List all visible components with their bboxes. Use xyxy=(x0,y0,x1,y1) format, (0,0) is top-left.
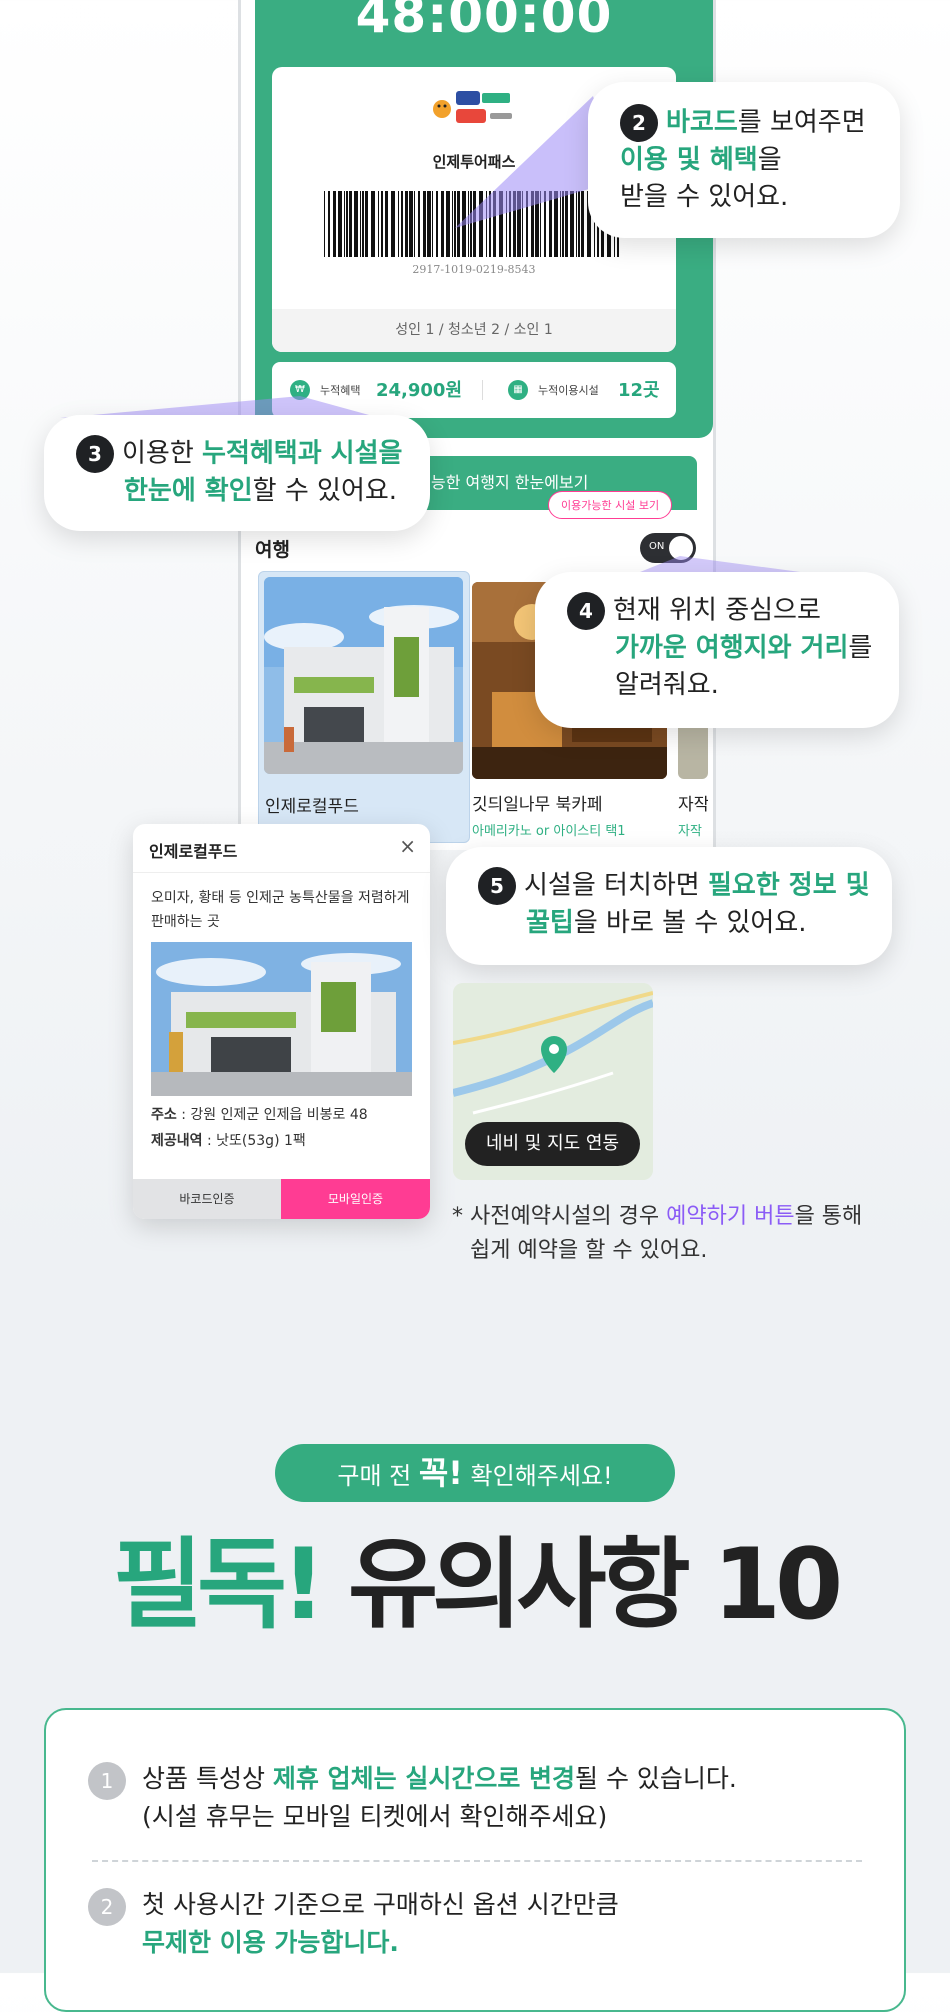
callout-5-highlight-2: 꿀팁 xyxy=(526,908,574,938)
callout-2-highlight-2: 이용 및 혜택 xyxy=(620,145,758,175)
provide-label: 제공내역 xyxy=(151,1133,203,1149)
callout-4-text-2: 를 xyxy=(848,633,873,663)
callout-nearby: 4 현재 위치 중심으로 가까운 여행지와 거리를 알려줘요. xyxy=(535,572,899,728)
pill-text-1: 구매 전 xyxy=(337,1462,419,1490)
address-label: 주소 xyxy=(151,1107,177,1123)
notice-item-2: 첫 사용시간 기준으로 구매하신 옵션 시간만큼 무제한 이용 가능합니다. xyxy=(142,1886,882,1962)
popup-divider xyxy=(133,872,430,873)
notice-divider xyxy=(92,1860,862,1862)
popup-title: 인제로컬푸드 xyxy=(149,842,238,861)
notice-2-highlight: 무제한 이용 가능합니다. xyxy=(142,1928,399,1957)
callout-number-4: 4 xyxy=(567,592,605,630)
callout-4-text-3: 알려줘요. xyxy=(615,670,719,700)
callout-4-text-1: 현재 위치 중심으로 xyxy=(613,595,821,626)
note-highlight: 예약하기 버튼 xyxy=(666,1204,795,1229)
barcode-verify-button[interactable]: 바코드인증 xyxy=(133,1179,281,1219)
callout-5-text-2: 을 바로 볼 수 있어요. xyxy=(573,908,807,938)
place-detail-popup: 인제로컬푸드 × 오미자, 황태 등 인제군 농특산물을 저렴하게 판매하는 곳… xyxy=(133,824,430,1219)
callout-2-text-2: 을 xyxy=(757,145,782,175)
note-text-3: 쉽게 예약을 할 수 있어요. xyxy=(470,1238,708,1263)
pill-text-2: 확인해주세요! xyxy=(462,1462,613,1490)
navi-map-button[interactable]: 네비 및 지도 연동 xyxy=(465,1122,640,1166)
notice-pill: 구매 전 꼭! 확인해주세요! xyxy=(275,1444,675,1502)
callout-3-text-2: 할 수 있어요. xyxy=(252,476,398,506)
note-text-2: 을 통해 xyxy=(794,1204,863,1229)
callout-5-text-1: 시설을 터치하면 xyxy=(524,870,708,901)
callout-2-highlight-1: 바코드 xyxy=(666,107,738,138)
callout-info: 5 시설을 터치하면 필요한 정보 및 꿀팁을 바로 볼 수 있어요. xyxy=(446,847,892,965)
close-icon[interactable]: × xyxy=(399,834,416,858)
reservation-note: * 사전예약시설의 경우 예약하기 버튼을 통해 쉽게 예약을 할 수 있어요. xyxy=(452,1200,912,1268)
address-value: : 강원 인제군 인제읍 비봉로 48 xyxy=(176,1107,368,1123)
callout-accumulated: 3 이용한 누적혜택과 시설을 한눈에 확인할 수 있어요. xyxy=(44,415,430,531)
callout-2-text-1: 를 보여주면 xyxy=(737,107,866,138)
provide-value: : 낫또(53g) 1팩 xyxy=(202,1133,306,1149)
notice-1-text-1: 상품 특성상 xyxy=(142,1764,273,1793)
note-text-1: * 사전예약시설의 경우 xyxy=(452,1204,667,1229)
notice-1-text-3: (시설 휴무는 모바일 티켓에서 확인해주세요) xyxy=(142,1802,608,1831)
callout-number-5: 5 xyxy=(478,867,516,905)
notice-box: 1 상품 특성상 제휴 업체는 실시간으로 변경될 수 있습니다. (시설 휴무… xyxy=(44,1708,906,2012)
callout-4-highlight-1: 가까운 여행지와 거리 xyxy=(615,633,849,663)
notice-headline: 필독! 유의사항 10 xyxy=(0,1530,950,1640)
notice-2-text-1: 첫 사용시간 기준으로 구매하신 옵션 시간만큼 xyxy=(142,1890,619,1919)
popup-address: 주소 : 강원 인제군 인제읍 비봉로 48 xyxy=(151,1104,368,1124)
callout-3-highlight-2: 한눈에 확인 xyxy=(124,476,253,506)
notice-1-highlight: 제휴 업체는 실시간으로 변경 xyxy=(272,1764,576,1793)
callout-3-text-1: 이용한 xyxy=(122,438,203,469)
popup-image xyxy=(151,942,412,1096)
pill-highlight: 꼭! xyxy=(418,1454,463,1492)
callout-barcode: 2 바코드를 보여주면 이용 및 혜택을 받을 수 있어요. xyxy=(588,82,900,238)
notice-1-text-2: 될 수 있습니다. xyxy=(575,1764,737,1793)
mobile-verify-button[interactable]: 모바일인증 xyxy=(281,1179,430,1219)
notice-number-2: 2 xyxy=(88,1888,126,1926)
notice-item-1: 상품 특성상 제휴 업체는 실시간으로 변경될 수 있습니다. (시설 휴무는 … xyxy=(142,1760,882,1836)
callout-3-highlight-1: 누적혜택과 시설을 xyxy=(202,438,403,469)
callout-number-2: 2 xyxy=(620,104,658,142)
callout-number-3: 3 xyxy=(76,435,114,473)
notice-number-1: 1 xyxy=(88,1762,126,1800)
callout-2-text-3: 받을 수 있어요. xyxy=(620,182,789,212)
headline-text: 유의사항 10 xyxy=(319,1528,843,1642)
popup-description: 오미자, 황태 등 인제군 농특산물을 저렴하게 판매하는 곳 xyxy=(151,890,410,930)
headline-highlight: 필독! xyxy=(112,1528,326,1642)
callout-5-highlight-1: 필요한 정보 및 xyxy=(707,870,870,901)
popup-provide: 제공내역 : 낫또(53g) 1팩 xyxy=(151,1130,306,1150)
